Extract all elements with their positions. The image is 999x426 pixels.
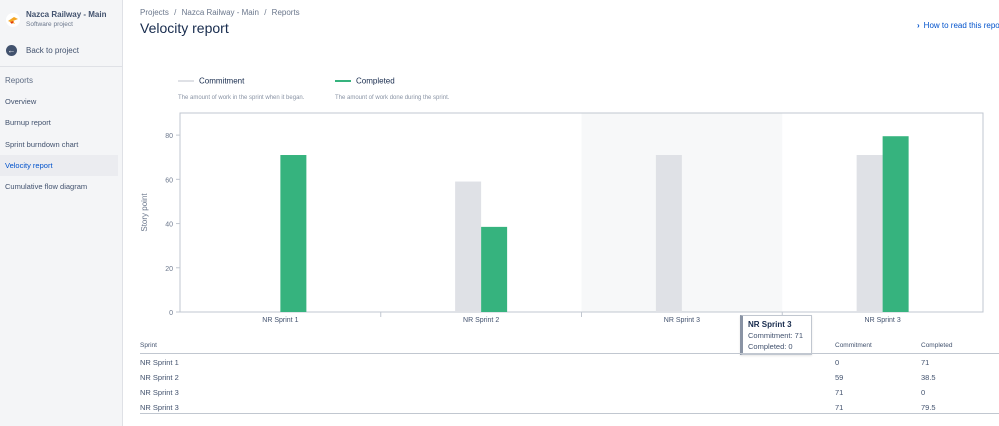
y-tick-label: 80 bbox=[165, 133, 173, 140]
legend-completed-swatch bbox=[335, 79, 351, 82]
table-bottom-divider bbox=[140, 413, 999, 414]
breadcrumb-projects[interactable]: Projects bbox=[140, 8, 169, 17]
completed-bar bbox=[481, 226, 508, 312]
commitment-bar bbox=[856, 155, 883, 312]
commitment-bar bbox=[655, 155, 682, 312]
y-axis-label: Story point bbox=[140, 193, 149, 232]
project-header[interactable]: Nazca Railway - Main Software project bbox=[5, 10, 106, 30]
table-cell-sprint[interactable]: NR Sprint 2 bbox=[140, 373, 179, 382]
legend-commitment-swatch bbox=[178, 79, 194, 82]
y-tick-label: 60 bbox=[165, 177, 173, 184]
breadcrumb-separator: / bbox=[264, 8, 267, 17]
table-cell-commitment: 0 bbox=[835, 358, 840, 367]
commitment-bar bbox=[455, 181, 482, 312]
table-cell-commitment: 59 bbox=[835, 373, 844, 382]
completed-bar bbox=[882, 136, 909, 312]
x-tick-label: NR Sprint 1 bbox=[262, 317, 298, 324]
how-to-read-link[interactable]: › How to read this report bbox=[917, 21, 999, 30]
sidebar-item-burnup-report[interactable]: Burnup report bbox=[0, 112, 118, 133]
how-to-read-label: How to read this report bbox=[923, 21, 999, 30]
table-cell-commitment: 71 bbox=[835, 388, 844, 397]
table-cell-sprint[interactable]: NR Sprint 3 bbox=[140, 388, 179, 397]
table-row: NR Sprint 2 59 38.5 bbox=[140, 370, 999, 385]
legend-commitment: Commitment The amount of work in the spr… bbox=[178, 72, 304, 101]
project-name: Nazca Railway - Main bbox=[26, 10, 107, 19]
legend-commitment-name: Commitment bbox=[199, 76, 245, 86]
chart-tooltip: NR Sprint 3 Commitment: 71 Completed: 0 bbox=[740, 315, 812, 355]
x-tick-label: NR Sprint 2 bbox=[463, 317, 499, 324]
legend-completed-description: The amount of work done during the sprin… bbox=[335, 95, 450, 101]
sidebar-divider bbox=[0, 66, 122, 67]
sidebar-item-sprint-burndown-chart[interactable]: Sprint burndown chart bbox=[0, 134, 118, 155]
project-type: Software project bbox=[26, 21, 73, 28]
velocity-chart: 0 20 40 60 80 Story point NR Sprint 1 NR Sprint… bbox=[140, 112, 984, 324]
breadcrumb-separator: / bbox=[174, 8, 177, 17]
breadcrumb: Projects / Nazca Railway - Main / Report… bbox=[140, 8, 303, 17]
x-tick-label: NR Sprint 3 bbox=[865, 317, 901, 324]
arrow-left-icon: ← bbox=[6, 45, 17, 56]
table-row: NR Sprint 1 0 71 bbox=[140, 355, 999, 370]
table-cell-commitment: 71 bbox=[835, 403, 844, 412]
back-to-project-label: Back to project bbox=[26, 46, 79, 55]
sidebar: Nazca Railway - Main Software project ← … bbox=[0, 0, 123, 426]
table-cell-completed: 71 bbox=[921, 358, 930, 367]
project-avatar-icon bbox=[6, 13, 20, 27]
table-header-commitment: Commitment bbox=[835, 342, 872, 349]
table-cell-sprint[interactable]: NR Sprint 1 bbox=[140, 358, 179, 367]
sidebar-item-cumulative-flow-diagram[interactable]: Cumulative flow diagram bbox=[0, 176, 118, 197]
y-tick-label: 0 bbox=[169, 310, 173, 317]
tooltip-completed: Completed: 0 bbox=[748, 342, 793, 351]
legend-completed: Completed The amount of work done during… bbox=[335, 72, 449, 101]
x-tick-label: NR Sprint 3 bbox=[664, 317, 700, 324]
legend-completed-name: Completed bbox=[356, 76, 395, 86]
table-cell-sprint[interactable]: NR Sprint 3 bbox=[140, 403, 179, 412]
sidebar-item-overview[interactable]: Overview bbox=[0, 91, 118, 112]
y-tick-label: 20 bbox=[165, 266, 173, 273]
page-title: Velocity report bbox=[140, 20, 229, 36]
y-tick-label: 40 bbox=[165, 222, 173, 229]
legend-commitment-description: The amount of work in the sprint when it… bbox=[178, 95, 305, 101]
table-header-completed: Completed bbox=[921, 342, 953, 349]
completed-bar bbox=[280, 155, 307, 312]
sidebar-item-velocity-report[interactable]: Velocity report bbox=[0, 155, 118, 176]
table-cell-completed: 79.5 bbox=[921, 403, 936, 412]
table-row: NR Sprint 3 71 0 bbox=[140, 385, 999, 400]
chevron-right-icon: › bbox=[917, 21, 920, 30]
back-to-project-link[interactable]: ← Back to project bbox=[6, 45, 79, 56]
breadcrumb-reports[interactable]: Reports bbox=[272, 8, 300, 17]
breadcrumb-project[interactable]: Nazca Railway - Main bbox=[182, 8, 259, 17]
table-cell-completed: 0 bbox=[921, 388, 926, 397]
table-header-sprint: Sprint bbox=[140, 342, 157, 349]
tooltip-title: NR Sprint 3 bbox=[748, 320, 792, 329]
tooltip-commitment: Commitment: 71 bbox=[748, 331, 804, 340]
sidebar-section-title: Reports bbox=[5, 76, 34, 85]
table-cell-completed: 38.5 bbox=[921, 373, 936, 382]
table-header-divider bbox=[140, 353, 999, 354]
